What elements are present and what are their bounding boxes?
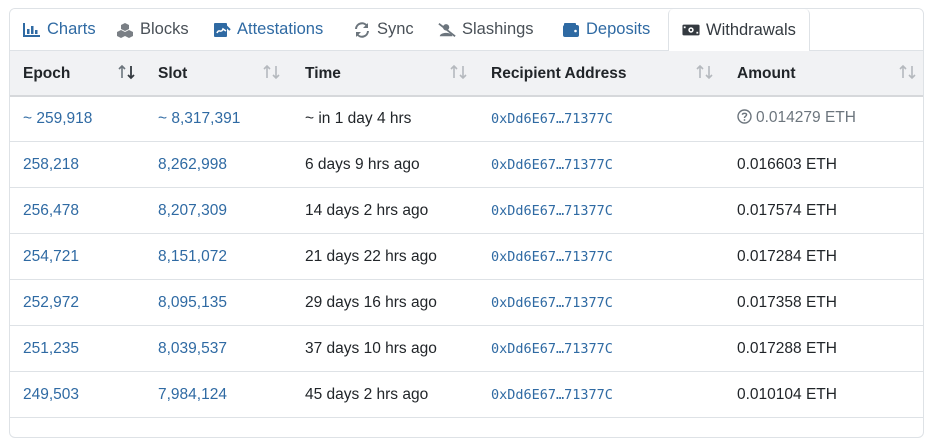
column-label: Time: [305, 65, 341, 82]
time-value: 21 days 22 hrs ago: [305, 247, 437, 265]
slot-link[interactable]: 8,095,135: [158, 294, 227, 312]
amount-value: 0.017574 ETH: [737, 201, 837, 219]
column-header-amount[interactable]: Amount: [723, 51, 923, 97]
column-header-epoch[interactable]: Epoch: [10, 51, 144, 97]
tab-label: Sync: [377, 20, 414, 38]
table-row: 251,235 8,039,537 37 days 10 hrs ago 0xD…: [10, 325, 923, 372]
sort-icon[interactable]: [449, 63, 469, 81]
sort-active-icon[interactable]: [117, 63, 137, 81]
sort-icon[interactable]: [898, 63, 918, 81]
table-row: 252,972 8,095,135 29 days 16 hrs ago 0xD…: [10, 279, 923, 326]
tab-sync[interactable]: Sync: [353, 9, 438, 50]
epoch-link[interactable]: 258,218: [23, 156, 79, 174]
column-label: Slot: [158, 65, 188, 82]
recipient-address-link[interactable]: 0xDd6E67…71377C: [491, 341, 613, 357]
tab-label: Withdrawals: [706, 20, 796, 39]
time-value: 29 days 16 hrs ago: [305, 293, 437, 311]
recipient-address-link[interactable]: 0xDd6E67…71377C: [491, 157, 613, 173]
epoch-link[interactable]: 252,972: [23, 294, 79, 312]
tab-withdrawals[interactable]: Withdrawals: [668, 9, 810, 51]
time-value: ~ in 1 day 4 hrs: [305, 110, 412, 127]
column-header-slot[interactable]: Slot: [144, 51, 291, 97]
recipient-address-link[interactable]: 0xDd6E67…71377C: [491, 295, 613, 311]
column-header-time[interactable]: Time: [291, 51, 477, 97]
sort-icon[interactable]: [695, 63, 715, 81]
column-label: Amount: [737, 65, 796, 82]
time-value: 14 days 2 hrs ago: [305, 201, 429, 219]
withdrawals-card: Charts Blocks Attestations Sync Slashing…: [9, 8, 924, 438]
tab-bar: Charts Blocks Attestations Sync Slashing…: [10, 9, 923, 51]
slot-link[interactable]: 8,039,537: [158, 340, 227, 358]
money-bill-icon: [682, 21, 700, 39]
question-circle-icon[interactable]: [737, 109, 752, 129]
tab-label: Deposits: [586, 20, 651, 38]
sort-icon[interactable]: [262, 63, 282, 81]
slot-link[interactable]: 8,262,998: [158, 156, 227, 174]
amount-value: 0.010104 ETH: [737, 385, 837, 403]
tab-deposits[interactable]: Deposits: [562, 9, 668, 50]
table-row: 254,721 8,151,072 21 days 22 hrs ago 0xD…: [10, 233, 923, 280]
slot-link[interactable]: 8,207,309: [158, 202, 227, 220]
recipient-address-link[interactable]: 0xDd6E67…71377C: [491, 203, 613, 219]
tab-charts[interactable]: Charts: [10, 9, 116, 50]
tab-slashings[interactable]: Slashings: [438, 9, 562, 50]
amount-value: 0.017284 ETH: [737, 247, 837, 265]
epoch-link[interactable]: ~ 259,918: [23, 110, 92, 128]
time-value: 45 days 2 hrs ago: [305, 385, 429, 403]
recipient-address-link[interactable]: 0xDd6E67…71377C: [491, 387, 613, 403]
table-row: 256,478 8,207,309 14 days 2 hrs ago 0xDd…: [10, 187, 923, 234]
time-value: 6 days 9 hrs ago: [305, 155, 420, 173]
slot-link[interactable]: 8,151,072: [158, 248, 227, 266]
withdrawals-table: Epoch Slot Time Recipient Address Amount…: [10, 51, 923, 418]
tab-label: Attestations: [237, 20, 324, 38]
tab-label: Blocks: [140, 20, 189, 38]
column-header-recipient-address[interactable]: Recipient Address: [477, 51, 723, 97]
epoch-link[interactable]: 254,721: [23, 248, 79, 266]
slot-link[interactable]: ~ 8,317,391: [158, 110, 240, 128]
tab-label: Charts: [47, 20, 96, 38]
bar-chart-icon: [23, 21, 41, 39]
recipient-address-link[interactable]: 0xDd6E67…71377C: [491, 111, 613, 127]
amount-value: 0.014279 ETH: [756, 109, 856, 126]
table-row: ~ 259,918 ~ 8,317,391 ~ in 1 day 4 hrs 0…: [10, 96, 923, 142]
slot-link[interactable]: 7,984,124: [158, 386, 227, 404]
amount-pending: 0.014279 ETH: [737, 109, 856, 129]
time-value: 37 days 10 hrs ago: [305, 339, 437, 357]
tab-label: Slashings: [462, 20, 534, 38]
column-label: Epoch: [23, 65, 71, 82]
sync-icon: [353, 21, 371, 39]
table-row: 258,218 8,262,998 6 days 9 hrs ago 0xDd6…: [10, 141, 923, 188]
table-header-row: Epoch Slot Time Recipient Address Amount: [10, 51, 923, 97]
amount-value: 0.016603 ETH: [737, 155, 837, 173]
user-slash-icon: [438, 21, 456, 39]
recipient-address-link[interactable]: 0xDd6E67…71377C: [491, 249, 613, 265]
epoch-link[interactable]: 249,503: [23, 386, 79, 404]
amount-value: 0.017288 ETH: [737, 339, 837, 357]
epoch-link[interactable]: 251,235: [23, 340, 79, 358]
signature-icon: [213, 21, 231, 39]
tab-attestations[interactable]: Attestations: [213, 9, 353, 50]
amount-value: 0.017358 ETH: [737, 293, 837, 311]
epoch-link[interactable]: 256,478: [23, 202, 79, 220]
table-row: 249,503 7,984,124 45 days 2 hrs ago 0xDd…: [10, 371, 923, 418]
tab-blocks[interactable]: Blocks: [116, 9, 213, 50]
cubes-icon: [116, 21, 134, 39]
column-label: Recipient Address: [491, 65, 627, 82]
wallet-icon: [562, 21, 580, 39]
